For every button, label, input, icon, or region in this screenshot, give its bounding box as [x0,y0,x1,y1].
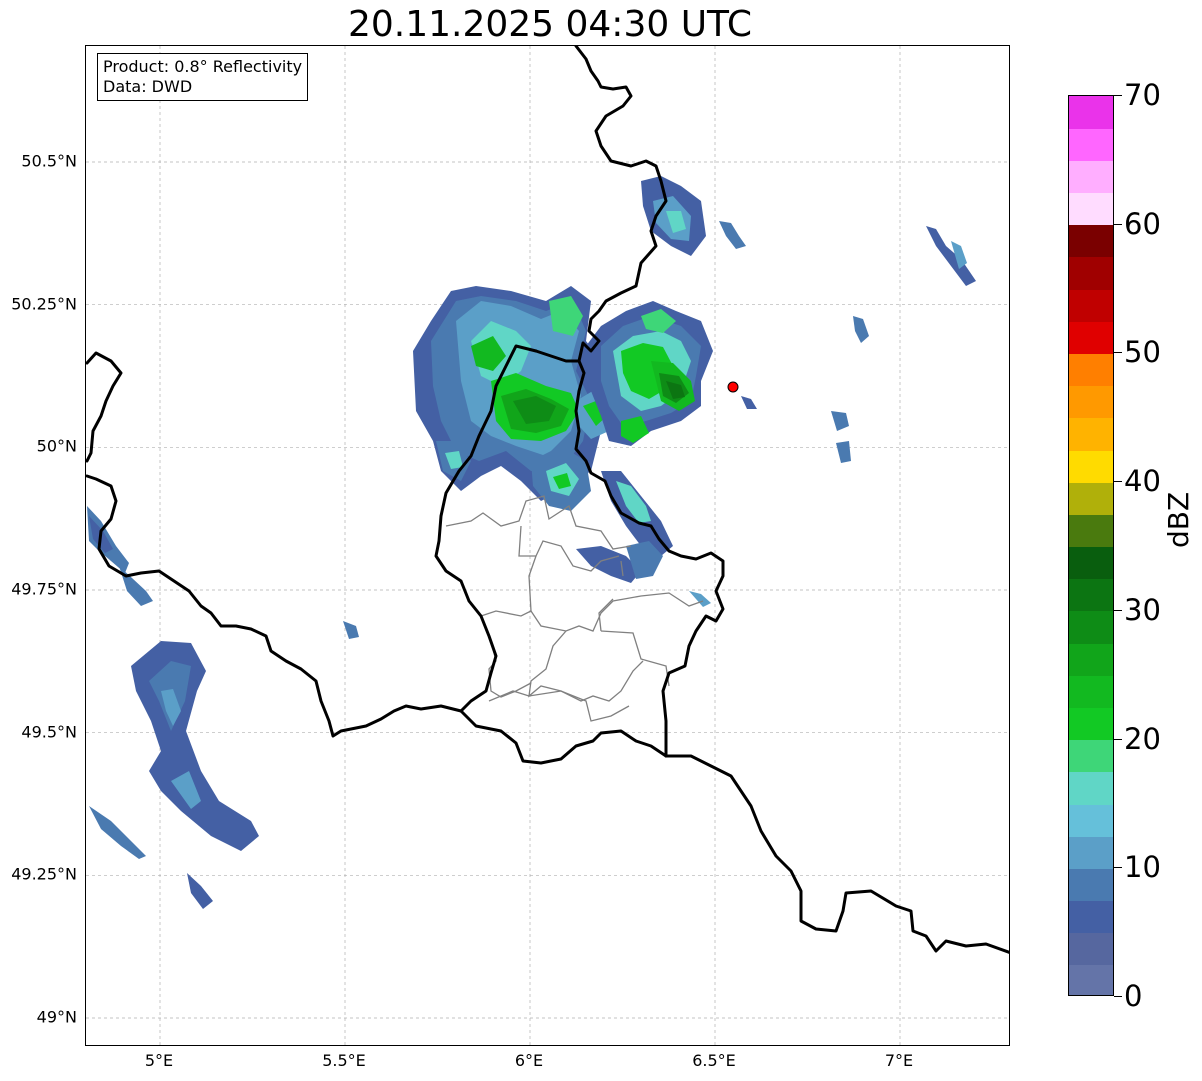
colorbar-segment [1069,289,1113,322]
colorbar-segment [1069,675,1113,708]
colorbar-segment [1069,160,1113,194]
colorbar-tick-label: 0 [1124,979,1143,1013]
colorbar-tick-label: 10 [1124,850,1161,885]
colorbar-tick-label: 60 [1124,206,1161,241]
lat-tick-label: 50°N [36,436,77,456]
colorbar-tick [1114,996,1122,997]
map-title: 20.11.2025 04:30 UTC [347,4,753,45]
colorbar-segment [1069,449,1113,483]
colorbar-segment [1069,417,1113,451]
lat-tick-label: 49.25°N [11,864,77,884]
colorbar-segment [1069,836,1113,869]
colorbar-tick-label: 20 [1124,721,1161,756]
colorbar-segment [1069,385,1113,419]
colorbar-segment [1069,96,1113,129]
lon-tick-label: 6°E [514,1051,544,1070]
colorbar-segment [1069,771,1113,805]
colorbar-segment [1069,546,1113,580]
colorbar-tick [1114,481,1122,483]
colorbar-tick [1114,867,1122,869]
colorbar-tick [1114,223,1122,225]
colorbar-tick-label: 50 [1124,335,1161,370]
colorbar-tick-label: 70 [1124,78,1161,112]
colorbar-segment [1069,610,1113,644]
product-label: Product: 0.8° Reflectivity [103,57,303,76]
colorbar-tick [1114,738,1122,740]
colorbar-segment [1069,353,1113,387]
radar-map-canvas [86,46,1009,1045]
precipitation-echoes [87,176,976,909]
colorbar-tick [1114,609,1122,611]
colorbar-segment [1069,256,1113,290]
colorbar-segment [1069,932,1113,966]
colorbar-segment [1069,514,1113,548]
echo-cluster-central [413,286,616,511]
colorbar-segment [1069,128,1113,161]
colorbar-tick-label: 40 [1124,464,1161,499]
radar-station-marker[interactable] [727,381,739,393]
colorbar-segment [1069,578,1113,612]
lon-tick-label: 5°E [144,1051,174,1070]
colorbar-tick [1114,95,1122,96]
colorbar-tick [1114,352,1122,354]
colorbar-segment [1069,803,1113,837]
colorbar-segment [1069,643,1113,676]
colorbar-label: dBZ [1162,491,1195,548]
colorbar-segment [1069,192,1113,226]
colorbar-segment [1069,964,1113,995]
colorbar-segment [1069,707,1113,741]
echo-cluster-southwest [87,506,359,909]
colorbar-segment [1069,321,1113,355]
lat-tick-label: 50.5°N [21,151,77,171]
gridlines [86,46,1009,1045]
lat-tick-label: 49.5°N [21,722,77,742]
lat-tick-label: 50.25°N [11,294,77,314]
echo-cluster-east [576,176,976,607]
colorbar-segment [1069,868,1113,902]
data-source-label: Data: DWD [103,77,193,96]
colorbar [1068,95,1114,996]
radar-map[interactable] [85,45,1010,1046]
colorbar-tick-label: 30 [1124,592,1161,627]
colorbar-segment [1069,224,1113,258]
lon-tick-label: 7°E [884,1051,914,1070]
colorbar-segment [1069,739,1113,773]
lat-tick-label: 49°N [36,1007,77,1027]
colorbar-segment [1069,482,1113,515]
colorbar-segment [1069,900,1113,934]
lat-tick-label: 49.75°N [11,579,77,599]
product-info-box: Product: 0.8° Reflectivity Data: DWD [97,53,309,101]
lon-tick-label: 6.5°E [692,1051,736,1070]
lon-tick-label: 5.5°E [322,1051,366,1070]
